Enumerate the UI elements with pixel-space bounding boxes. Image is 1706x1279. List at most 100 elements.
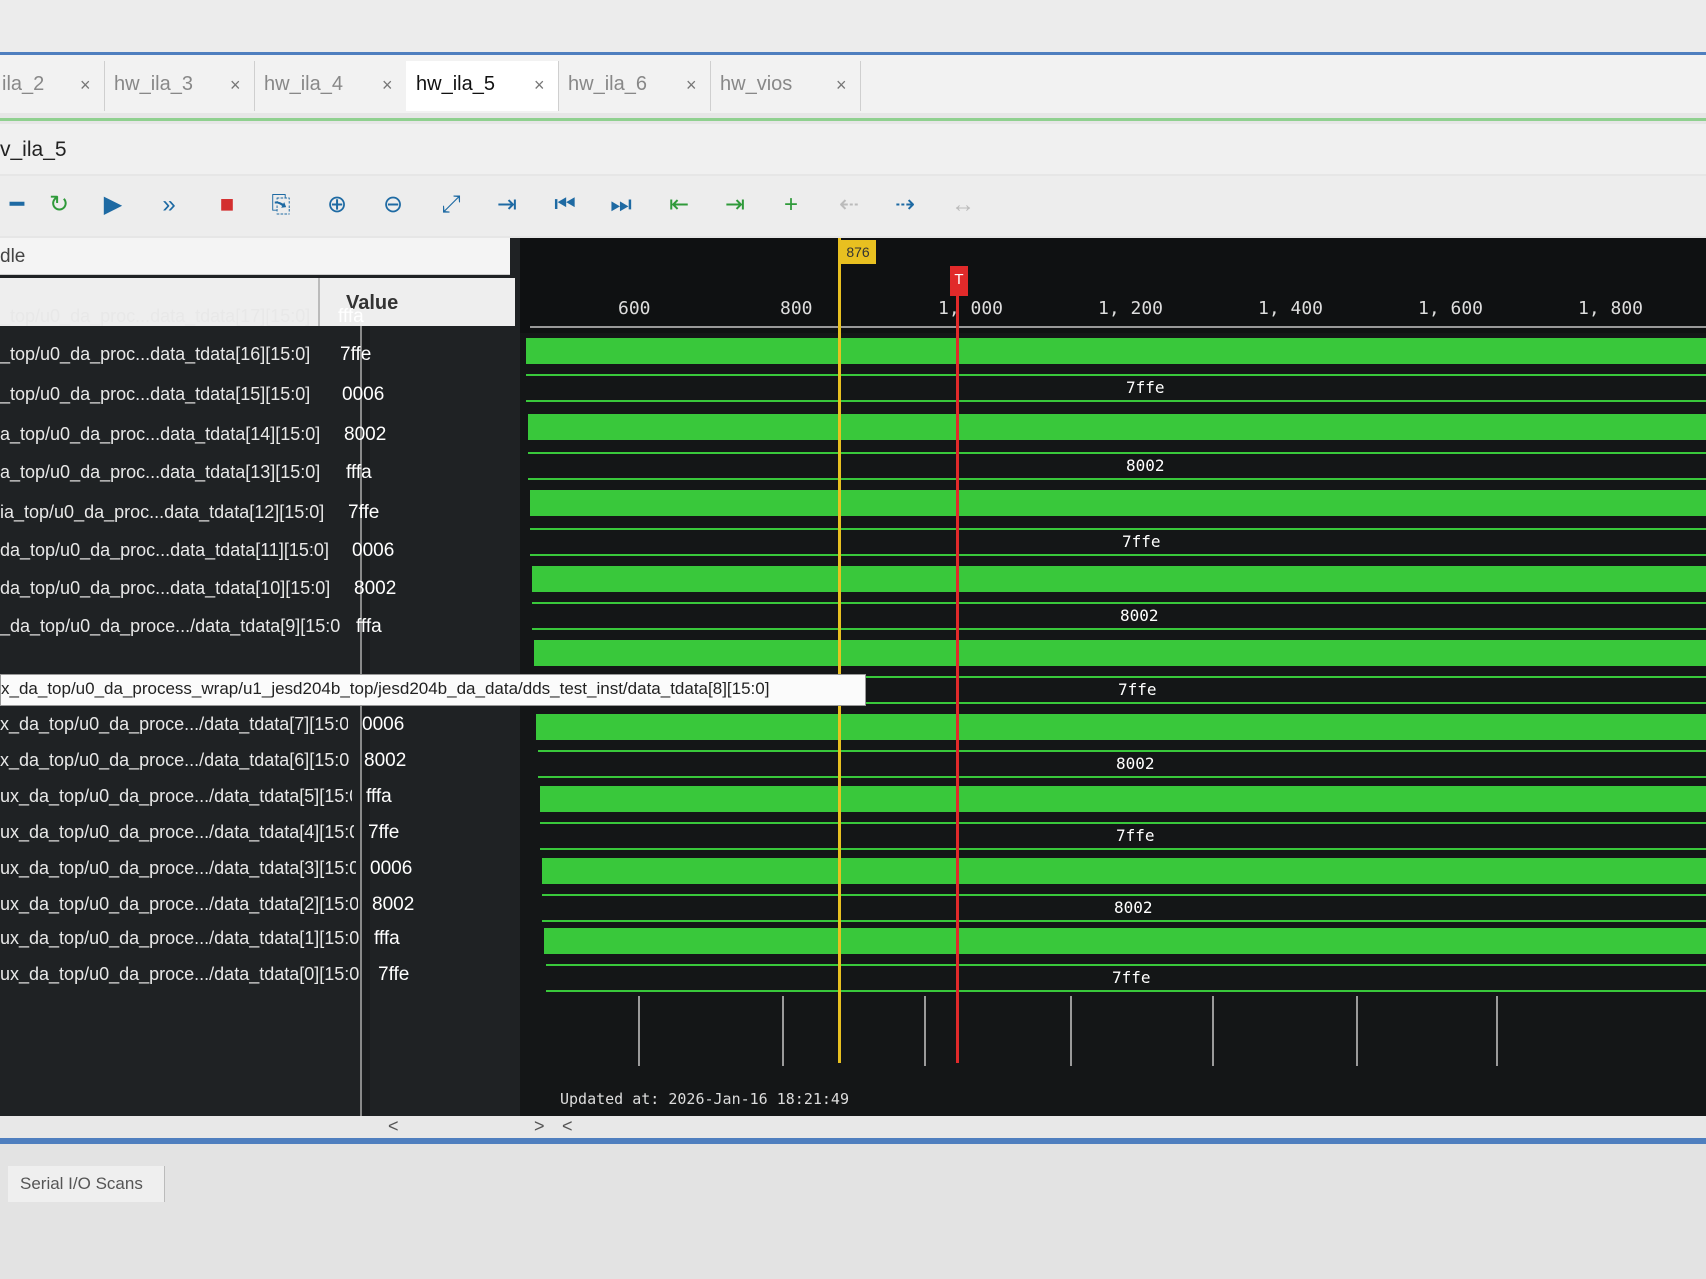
- signal-row[interactable]: ux_da_top/u0_da_proce.../data_tdata[4][1…: [0, 816, 520, 852]
- window-title-bar: v_ila_5: [0, 124, 1706, 174]
- waveform-bar: [544, 928, 1706, 954]
- tick-label: 1, 200: [1098, 298, 1164, 319]
- signal-name: a_top/u0_da_proc...data_tdata[14][15:0]: [0, 424, 321, 444]
- scroll-left-icon[interactable]: <: [562, 1116, 573, 1137]
- yellow-cursor[interactable]: [838, 238, 841, 1063]
- signal-row[interactable]: ux_da_top/u0_da_proce.../data_tdata[0][1…: [0, 958, 520, 994]
- signal-value: 0006: [342, 384, 385, 405]
- stop-icon[interactable]: ■: [210, 188, 244, 222]
- signal-name: _da_top/u0_da_proce.../data_tdata[9][15:…: [0, 616, 341, 636]
- bus-value: 8002: [1126, 456, 1165, 475]
- close-icon[interactable]: ×: [230, 75, 241, 96]
- tab-hw-ila-4[interactable]: hw_ila_4 ×: [254, 61, 407, 111]
- trigger-marker-label[interactable]: T: [950, 266, 968, 296]
- signal-row[interactable]: ux_da_top/u0_da_proce.../data_tdata[2][1…: [0, 888, 520, 924]
- signal-name: _top/u0_da_proc...data_tdata[15][15:0]: [0, 384, 311, 404]
- scroll-left-icon[interactable]: <: [388, 1116, 399, 1137]
- signal-name: da_top/u0_da_proc...data_tdata[11][15:0]: [0, 540, 329, 560]
- top-header: [0, 0, 1706, 55]
- signal-name: x_da_top/u0_da_proce.../data_tdata[7][15…: [0, 714, 348, 734]
- go-last-icon[interactable]: ⏭: [604, 188, 638, 222]
- signal-name: ux_da_top/u0_da_proce.../data_tdata[0][1…: [0, 964, 360, 984]
- grid-line: [924, 996, 926, 1066]
- run-trigger-icon[interactable]: ▶: [96, 188, 130, 222]
- signal-row[interactable]: _top/u0_da_proc...data_tdata[17][15:0] ff…: [0, 300, 520, 336]
- signal-row[interactable]: x_da_top/u0_da_proce.../data_tdata[7][15…: [0, 708, 520, 744]
- close-icon[interactable]: ×: [382, 75, 393, 96]
- waveform-bar: [534, 640, 1706, 666]
- signal-name: _top/u0_da_proc...data_tdata[17][15:0]: [0, 306, 311, 326]
- signal-value: 7ffe: [340, 344, 372, 365]
- ruler-axis: [530, 326, 1706, 328]
- close-icon[interactable]: ×: [836, 75, 847, 96]
- scroll-right-icon[interactable]: >: [534, 1116, 545, 1137]
- bus-segment: 8002: [542, 894, 1706, 922]
- close-icon[interactable]: ×: [80, 75, 91, 96]
- prev-transition-icon[interactable]: ⇤: [662, 188, 696, 222]
- trigger-marker[interactable]: [956, 268, 959, 1063]
- waveform-bar: [536, 714, 1706, 740]
- signal-name: ux_da_top/u0_da_proce.../data_tdata[4][1…: [0, 822, 354, 842]
- bus-value: 7ffe: [1116, 826, 1155, 845]
- tick-label: 600: [618, 298, 651, 319]
- bus-value: 7ffe: [1126, 378, 1165, 397]
- tab-label: hw_ila_4: [264, 73, 343, 95]
- goto-cursor-icon[interactable]: ⇥: [490, 188, 524, 222]
- prev-marker-icon[interactable]: ⇠: [832, 188, 866, 222]
- time-ruler[interactable]: 600 800 1, 000 1, 200 1, 400 1, 600 1, 8…: [520, 238, 1706, 333]
- export-icon[interactable]: ⎘: [264, 188, 298, 222]
- horizontal-scrollbar[interactable]: < > <: [0, 1116, 1706, 1138]
- signal-row[interactable]: ia_top/u0_da_proc...data_tdata[12][15:0]…: [0, 496, 520, 532]
- signal-row[interactable]: da_top/u0_da_proc...data_tdata[11][15:0]…: [0, 534, 520, 570]
- run-immediate-icon[interactable]: »: [152, 188, 186, 222]
- waveform-toolbar: ━ ↻ ▶ » ■ ⎘ ⊕ ⊖ ⤢ ⇥ ⏮ ⏭ ⇤ ⇥ + ⇠ ⇢ ↔: [0, 176, 1706, 236]
- zoom-fit-icon[interactable]: ⤢: [434, 188, 468, 222]
- go-first-icon[interactable]: ⏮: [548, 188, 582, 222]
- signal-row[interactable]: x_da_top/u0_da_proce.../data_tdata[6][15…: [0, 744, 520, 780]
- refresh-icon[interactable]: ↻: [42, 188, 76, 222]
- signal-value: fffa: [338, 306, 364, 327]
- close-icon[interactable]: ×: [686, 75, 697, 96]
- filter-label: dle: [0, 246, 26, 267]
- tab-ila-2[interactable]: ila_2 ×: [0, 61, 105, 111]
- tooltip-text: x_da_top/u0_da_process_wrap/u1_jesd204b_…: [1, 679, 770, 698]
- signal-row[interactable]: da_top/u0_da_proc...data_tdata[10][15:0]…: [0, 572, 520, 608]
- tab-hw-ila-3[interactable]: hw_ila_3 ×: [104, 61, 255, 111]
- tab-hw-ila-5[interactable]: hw_ila_5 ×: [406, 61, 559, 111]
- signal-value: fffa: [346, 462, 372, 483]
- signal-name: ux_da_top/u0_da_proce.../data_tdata[3][1…: [0, 858, 356, 878]
- filter-field[interactable]: dle: [0, 238, 510, 275]
- signal-name: ux_da_top/u0_da_proce.../data_tdata[2][1…: [0, 894, 358, 914]
- waveform-bar: [542, 858, 1706, 884]
- signal-row[interactable]: a_top/u0_da_proc...data_tdata[13][15:0] f…: [0, 456, 520, 492]
- signal-panel: dle Value _top/u0_da_proc...data_tdata[1…: [0, 238, 866, 1128]
- signal-name: _top/u0_da_proc...data_tdata[16][15:0]: [0, 344, 311, 364]
- tab-serial-io-scans[interactable]: Serial I/O Scans: [8, 1166, 165, 1202]
- signal-value: 0006: [370, 858, 413, 879]
- signal-row[interactable]: ux_da_top/u0_da_proce.../data_tdata[5][1…: [0, 780, 520, 816]
- grid-line: [638, 996, 640, 1066]
- footer-tab-label: Serial I/O Scans: [20, 1174, 143, 1193]
- signal-row[interactable]: _da_top/u0_da_proce.../data_tdata[9][15:…: [0, 610, 520, 646]
- next-transition-icon[interactable]: ⇥: [718, 188, 752, 222]
- zoom-out-icon[interactable]: ⊖: [376, 188, 410, 222]
- signal-row[interactable]: _top/u0_da_proc...data_tdata[16][15:0] 7f…: [0, 338, 520, 374]
- bus-segment: 7ffe: [530, 528, 1706, 556]
- add-marker-icon[interactable]: +: [774, 188, 808, 222]
- window-title: v_ila_5: [0, 138, 67, 161]
- tab-hw-vios[interactable]: hw_vios ×: [710, 61, 861, 111]
- yellow-cursor-label[interactable]: 876: [840, 240, 876, 264]
- next-marker-icon[interactable]: ⇢: [888, 188, 922, 222]
- signal-value: 8002: [344, 424, 387, 445]
- signal-row[interactable]: ux_da_top/u0_da_proce.../data_tdata[1][1…: [0, 922, 520, 958]
- grid-line: [1356, 996, 1358, 1066]
- collapse-icon[interactable]: ━: [0, 188, 34, 222]
- signal-row[interactable]: ux_da_top/u0_da_proce.../data_tdata[3][1…: [0, 852, 520, 888]
- zoom-in-icon[interactable]: ⊕: [320, 188, 354, 222]
- tab-hw-ila-6[interactable]: hw_ila_6 ×: [558, 61, 711, 111]
- close-icon[interactable]: ×: [534, 75, 545, 96]
- signal-row[interactable]: a_top/u0_da_proc...data_tdata[14][15:0] 8…: [0, 418, 520, 454]
- swap-cursors-icon[interactable]: ↔: [946, 188, 980, 222]
- signal-value: fffa: [374, 928, 400, 949]
- signal-row[interactable]: _top/u0_da_proc...data_tdata[15][15:0] 00…: [0, 378, 520, 414]
